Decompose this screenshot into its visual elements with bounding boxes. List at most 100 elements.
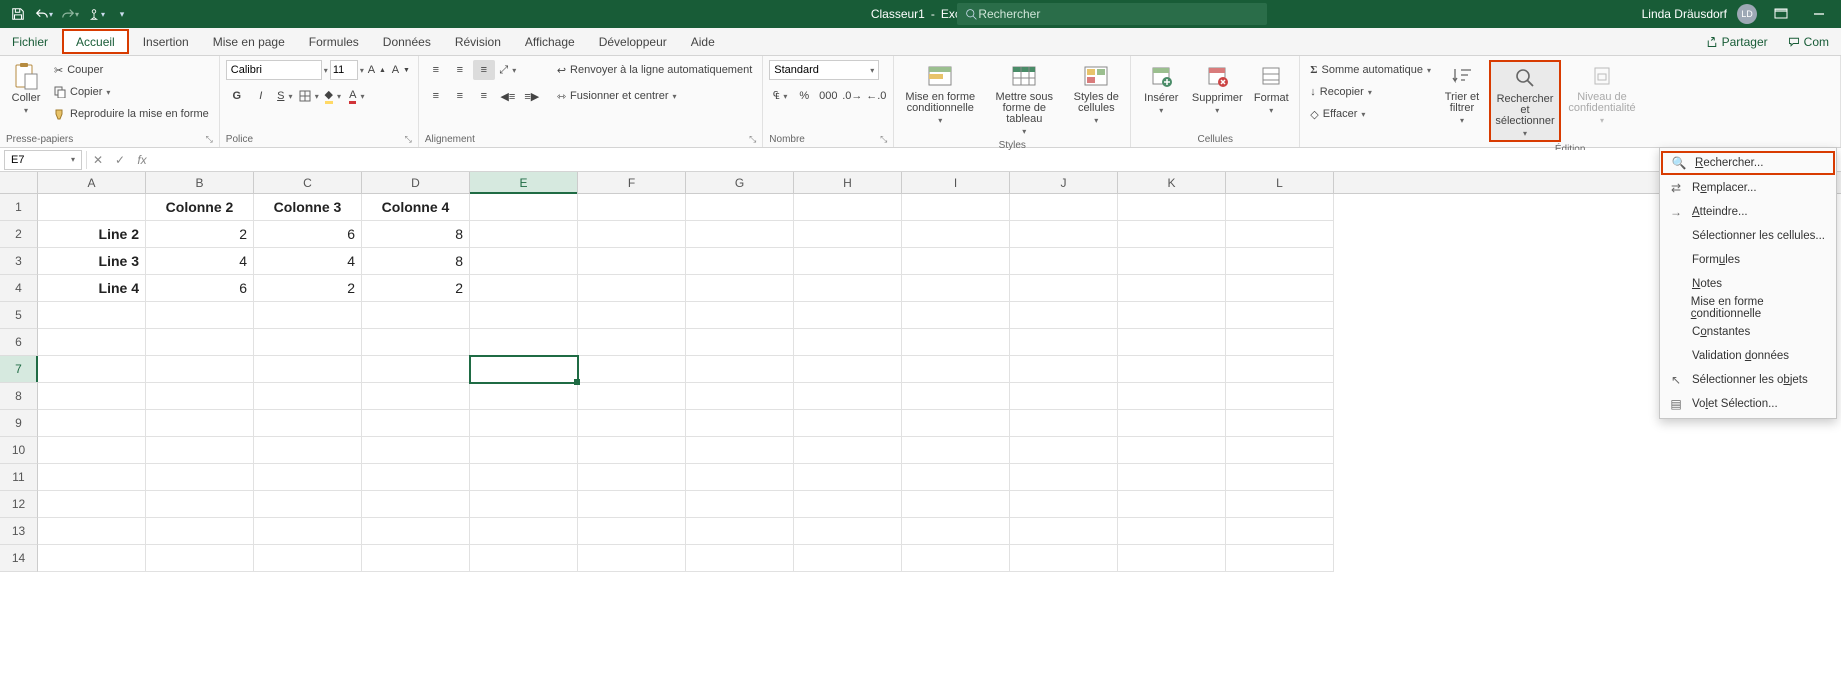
clear-button[interactable]: ◇Effacer▾: [1306, 104, 1435, 124]
cell-C3[interactable]: 4: [254, 248, 362, 275]
cell-J14[interactable]: [1010, 545, 1118, 572]
cell-L13[interactable]: [1226, 518, 1334, 545]
cell-G7[interactable]: [686, 356, 794, 383]
insert-function-icon[interactable]: fx: [131, 149, 153, 171]
dialog-launcher-icon[interactable]: ⤡: [880, 134, 887, 145]
tab-formulas[interactable]: Formules: [297, 28, 371, 56]
cell-B14[interactable]: [146, 545, 254, 572]
cell-K2[interactable]: [1118, 221, 1226, 248]
ribbon-display-icon[interactable]: [1767, 0, 1795, 28]
cell-H4[interactable]: [794, 275, 902, 302]
cell-F7[interactable]: [578, 356, 686, 383]
cell-E4[interactable]: [470, 275, 578, 302]
col-header-K[interactable]: K: [1118, 172, 1226, 193]
sort-filter-button[interactable]: Trier et filtrer▾: [1439, 60, 1485, 127]
user-name[interactable]: Linda Dräusdorf: [1642, 7, 1727, 21]
cell-F6[interactable]: [578, 329, 686, 356]
cell-G9[interactable]: [686, 410, 794, 437]
menu-goto-special[interactable]: Sélectionner les cellules...: [1660, 224, 1836, 248]
cell-H1[interactable]: [794, 194, 902, 221]
cell-D10[interactable]: [362, 437, 470, 464]
cell-B10[interactable]: [146, 437, 254, 464]
cell-E9[interactable]: [470, 410, 578, 437]
format-as-table-button[interactable]: Mettre sous forme de tableau▾: [984, 60, 1064, 138]
cell-F5[interactable]: [578, 302, 686, 329]
cell-C2[interactable]: 6: [254, 221, 362, 248]
cell-D4[interactable]: 2: [362, 275, 470, 302]
bold-button[interactable]: G: [226, 86, 248, 106]
cell-K8[interactable]: [1118, 383, 1226, 410]
cell-A9[interactable]: [38, 410, 146, 437]
align-middle-button[interactable]: ≡: [449, 60, 471, 80]
cell-G10[interactable]: [686, 437, 794, 464]
cell-K5[interactable]: [1118, 302, 1226, 329]
cell-J12[interactable]: [1010, 491, 1118, 518]
cell-A8[interactable]: [38, 383, 146, 410]
cell-B6[interactable]: [146, 329, 254, 356]
cell-E3[interactable]: [470, 248, 578, 275]
dialog-launcher-icon[interactable]: ⤡: [749, 134, 756, 145]
cell-H11[interactable]: [794, 464, 902, 491]
cell-H6[interactable]: [794, 329, 902, 356]
redo-icon[interactable]: ▾: [58, 2, 82, 26]
cell-L2[interactable]: [1226, 221, 1334, 248]
cell-K9[interactable]: [1118, 410, 1226, 437]
col-header-B[interactable]: B: [146, 172, 254, 193]
menu-notes[interactable]: NotesNotes: [1660, 272, 1836, 296]
cell-D6[interactable]: [362, 329, 470, 356]
cell-D5[interactable]: [362, 302, 470, 329]
row-header-9[interactable]: 9: [0, 410, 38, 437]
cell-B8[interactable]: [146, 383, 254, 410]
cell-A2[interactable]: Line 2: [38, 221, 146, 248]
cell-F10[interactable]: [578, 437, 686, 464]
cell-A7[interactable]: [38, 356, 146, 383]
cell-A1[interactable]: [38, 194, 146, 221]
percent-button[interactable]: %: [793, 86, 815, 106]
menu-select-objects[interactable]: ↖Sélectionner les objetsSélectionner les…: [1660, 368, 1836, 392]
cell-L10[interactable]: [1226, 437, 1334, 464]
align-top-button[interactable]: ≡: [425, 60, 447, 80]
cell-B2[interactable]: 2: [146, 221, 254, 248]
formula-input[interactable]: [153, 150, 1841, 170]
cell-J6[interactable]: [1010, 329, 1118, 356]
cell-B11[interactable]: [146, 464, 254, 491]
menu-validation[interactable]: Validation donnéesValidation données: [1660, 344, 1836, 368]
cell-C9[interactable]: [254, 410, 362, 437]
col-header-G[interactable]: G: [686, 172, 794, 193]
cell-A11[interactable]: [38, 464, 146, 491]
grow-font-button[interactable]: A▲: [366, 60, 388, 80]
shrink-font-button[interactable]: A▼: [390, 60, 412, 80]
cell-I12[interactable]: [902, 491, 1010, 518]
qat-customize-icon[interactable]: ▾: [110, 2, 134, 26]
cell-C10[interactable]: [254, 437, 362, 464]
minimize-icon[interactable]: [1805, 0, 1833, 28]
cell-F14[interactable]: [578, 545, 686, 572]
cell-K14[interactable]: [1118, 545, 1226, 572]
font-name-input[interactable]: [226, 60, 322, 80]
cell-K4[interactable]: [1118, 275, 1226, 302]
cell-L9[interactable]: [1226, 410, 1334, 437]
cell-F12[interactable]: [578, 491, 686, 518]
align-bottom-button[interactable]: ≡: [473, 60, 495, 80]
cell-J1[interactable]: [1010, 194, 1118, 221]
cell-J13[interactable]: [1010, 518, 1118, 545]
font-color-button[interactable]: A▾: [346, 86, 368, 106]
col-header-D[interactable]: D: [362, 172, 470, 193]
cell-H10[interactable]: [794, 437, 902, 464]
menu-replace[interactable]: ⇄Remplacer...Remplacer...: [1660, 176, 1836, 200]
cell-F13[interactable]: [578, 518, 686, 545]
cell-G2[interactable]: [686, 221, 794, 248]
find-select-button[interactable]: Rechercher et sélectionner▾: [1489, 60, 1561, 142]
undo-icon[interactable]: ▾: [32, 2, 56, 26]
row-header-4[interactable]: 4: [0, 275, 38, 302]
menu-formulas[interactable]: FormulesFormules: [1660, 248, 1836, 272]
cell-J2[interactable]: [1010, 221, 1118, 248]
share-button[interactable]: Partager: [1698, 33, 1776, 51]
tab-view[interactable]: Affichage: [513, 28, 587, 56]
cell-I13[interactable]: [902, 518, 1010, 545]
row-header-10[interactable]: 10: [0, 437, 38, 464]
cell-I1[interactable]: [902, 194, 1010, 221]
cell-L14[interactable]: [1226, 545, 1334, 572]
row-header-13[interactable]: 13: [0, 518, 38, 545]
cell-D1[interactable]: Colonne 4: [362, 194, 470, 221]
